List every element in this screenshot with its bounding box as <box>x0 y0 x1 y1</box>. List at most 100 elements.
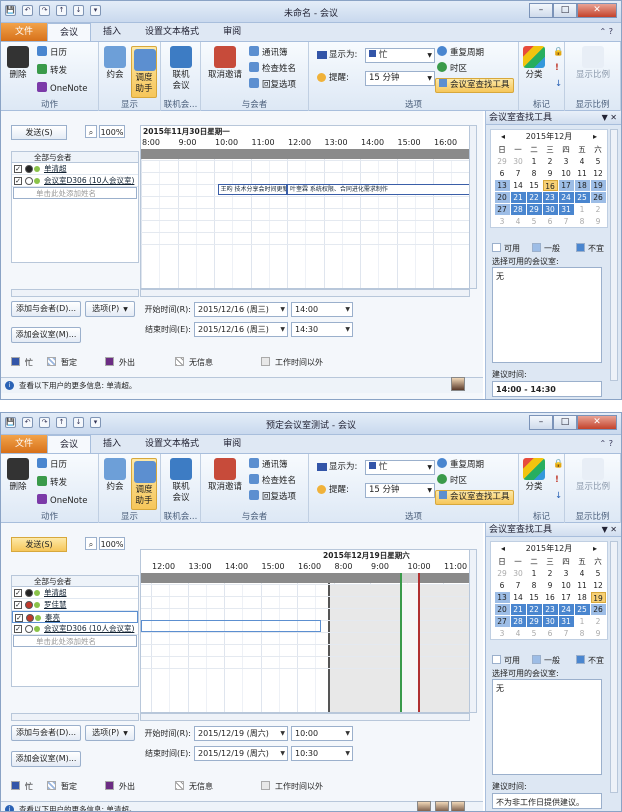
appointment-button[interactable]: 约会 <box>103 458 127 493</box>
calendar-day[interactable]: 6 <box>495 580 510 591</box>
options-button[interactable]: 选项(P) ▼ <box>85 301 135 317</box>
calendar-day[interactable]: 29 <box>495 568 510 579</box>
calendar-day[interactable]: 17 <box>558 179 574 191</box>
tab-4[interactable]: 审阅 <box>211 23 253 41</box>
delete-button[interactable]: 删除 <box>5 46 31 81</box>
calendar-day[interactable]: 20 <box>494 603 510 615</box>
start-time-field[interactable]: 10:00 ▼ <box>291 726 353 741</box>
timezone-button[interactable]: 时区 <box>437 62 467 75</box>
calendar-day[interactable]: 5 <box>527 628 542 639</box>
cancel-invitation-button[interactable]: 取消邀请 <box>205 458 245 493</box>
high-importance-icon[interactable]: ! <box>555 62 559 74</box>
start-date-field[interactable]: 2015/12/19 (周六) ▼ <box>194 726 288 741</box>
send-button[interactable]: 发送(S) <box>11 125 67 140</box>
attendee-checkbox[interactable]: ✓ <box>14 589 22 597</box>
next-month-button[interactable]: ▸ <box>593 130 597 144</box>
available-rooms-list[interactable]: 无 <box>492 679 602 775</box>
options-button[interactable]: 选项(P) ▼ <box>85 725 135 741</box>
calendar-day[interactable]: 19 <box>590 591 606 603</box>
minimize-button[interactable]: – <box>529 3 553 18</box>
calendar-day[interactable]: 3 <box>559 156 574 167</box>
categorize-button[interactable]: 分类 <box>521 458 547 493</box>
online-meeting-button[interactable]: 联机 会议 <box>167 46 195 92</box>
calendar-day[interactable]: 4 <box>575 156 590 167</box>
ribbon-collapse-help-icon[interactable]: ⌃ ? <box>600 27 614 36</box>
calendar-day[interactable]: 16 <box>542 179 558 191</box>
calendar-day[interactable]: 18 <box>575 592 590 603</box>
onenote-button[interactable]: OneNote <box>37 494 87 507</box>
calendar-day[interactable]: 8 <box>575 216 590 227</box>
scheduling-assistant-button[interactable]: 调度 助手 <box>131 458 157 510</box>
tab-3[interactable]: 设置文本格式 <box>133 23 211 41</box>
scheduling-assistant-button[interactable]: 调度 助手 <box>131 46 157 98</box>
delete-button[interactable]: 删除 <box>5 458 31 493</box>
attendee-row[interactable]: ✓ 罗佳慧 <box>12 599 138 611</box>
show-as-select[interactable]: 忙 ▼ <box>365 460 435 475</box>
calendar-day[interactable]: 12 <box>591 580 606 591</box>
zoom-button[interactable]: 显示比例 <box>571 46 615 81</box>
suggested-times-list[interactable]: 14:00 - 14:30 <box>492 381 602 397</box>
calendar-day[interactable]: 7 <box>511 580 526 591</box>
grid-vertical-scrollbar[interactable] <box>469 549 477 713</box>
attendee-checkbox[interactable]: ✓ <box>14 177 22 185</box>
zoom-select[interactable]: 100% <box>99 537 125 550</box>
calendar-day[interactable]: 10 <box>559 580 574 591</box>
magnifier-icon[interactable]: ⌕ <box>85 537 97 550</box>
calendar-day[interactable]: 24 <box>558 603 574 615</box>
timezone-button[interactable]: 时区 <box>437 474 467 487</box>
calendar-day[interactable]: 23 <box>542 191 558 203</box>
end-date-field[interactable]: 2015/12/16 (周三) ▼ <box>194 322 288 337</box>
zoom-button[interactable]: 显示比例 <box>571 458 615 493</box>
calendar-day[interactable]: 31 <box>558 203 574 215</box>
calendar-day[interactable]: 2 <box>543 156 558 167</box>
magnifier-icon[interactable]: ⌕ <box>85 125 97 138</box>
online-meeting-button[interactable]: 联机 会议 <box>167 458 195 504</box>
attendee-checkbox[interactable]: ✓ <box>14 165 22 173</box>
calendar-day[interactable]: 8 <box>527 168 542 179</box>
calendar-day[interactable]: 31 <box>558 615 574 627</box>
check-names-button[interactable]: 检查姓名 <box>249 62 296 75</box>
calendar-day[interactable]: 2 <box>591 616 606 627</box>
tab-1[interactable]: 会议 <box>47 23 92 41</box>
calendar-day[interactable]: 21 <box>510 191 526 203</box>
available-rooms-list[interactable]: 无 <box>492 267 602 363</box>
attendee-type-icon[interactable] <box>25 589 33 597</box>
room-finder-button[interactable]: 会议室查找工具 <box>435 78 514 93</box>
calendar-day[interactable]: 25 <box>574 191 590 203</box>
calendar-day[interactable]: 7 <box>559 216 574 227</box>
end-date-field[interactable]: 2015/12/19 (周六) ▼ <box>194 746 288 761</box>
calendar-button[interactable]: 日历 <box>37 46 67 59</box>
avatar[interactable] <box>417 801 431 811</box>
calendar-day[interactable]: 9 <box>543 580 558 591</box>
close-icon[interactable]: ▼ ✕ <box>602 111 617 125</box>
attendee-scrollbar[interactable] <box>11 289 139 297</box>
calendar-day[interactable]: 13 <box>494 179 510 191</box>
calendar-day[interactable]: 4 <box>575 568 590 579</box>
calendar-day[interactable]: 11 <box>575 168 590 179</box>
tab-4[interactable]: 审阅 <box>211 435 253 453</box>
cancel-invitation-button[interactable]: 取消邀请 <box>205 46 245 81</box>
low-importance-icon[interactable]: ↓ <box>555 78 562 90</box>
calendar-day[interactable]: 6 <box>495 168 510 179</box>
send-button[interactable]: 发送(S) <box>11 537 67 552</box>
calendar-day[interactable]: 9 <box>543 168 558 179</box>
reply-options-button[interactable]: 回复选项 <box>249 78 296 91</box>
calendar-day[interactable]: 5 <box>591 568 606 579</box>
room-finder-button[interactable]: 会议室查找工具 <box>435 490 514 505</box>
attendee-row[interactable]: ✓ 会议室D306 (10人会议室) <box>12 175 138 187</box>
attendee-type-icon[interactable] <box>25 165 33 173</box>
calendar-day[interactable]: 15 <box>527 592 542 603</box>
calendar-day[interactable]: 22 <box>526 603 542 615</box>
forward-button[interactable]: 转发 <box>37 476 67 489</box>
calendar-day[interactable]: 29 <box>526 203 542 215</box>
calendar-day[interactable]: 26 <box>590 603 606 615</box>
calendar-day[interactable]: 1 <box>575 616 590 627</box>
attendee-row[interactable]: ✓ 秦亮 <box>12 611 138 623</box>
room-icon[interactable] <box>25 177 33 185</box>
avatar[interactable] <box>435 801 449 811</box>
calendar-day[interactable]: 3 <box>495 216 510 227</box>
forward-button[interactable]: 转发 <box>37 64 67 77</box>
attendee-row[interactable]: ✓ 单清超 <box>12 163 138 175</box>
ribbon-collapse-help-icon[interactable]: ⌃ ? <box>600 439 614 448</box>
reminder-select[interactable]: 15 分钟 ▼ <box>365 71 435 86</box>
